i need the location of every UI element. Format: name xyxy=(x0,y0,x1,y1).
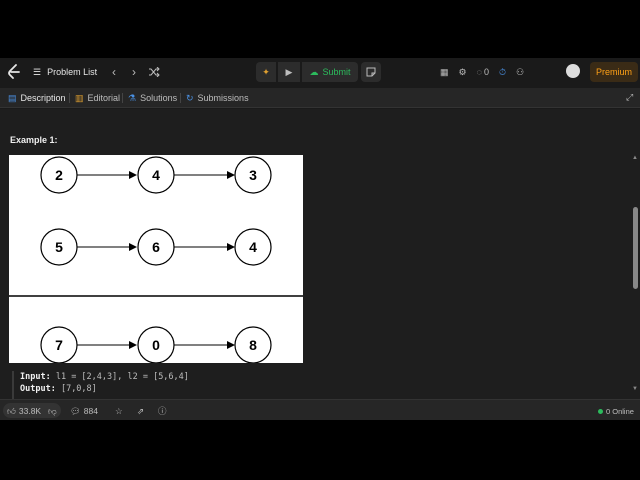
online-dot-icon xyxy=(598,408,603,414)
timer-icon[interactable]: ⏱ xyxy=(499,67,506,78)
avatar[interactable] xyxy=(566,64,580,78)
chevron-right-icon: › xyxy=(132,65,136,79)
shuffle-icon xyxy=(149,67,160,77)
scroll-down-arrow[interactable]: ▼ xyxy=(632,386,638,392)
example-title: Example 1: xyxy=(10,135,58,145)
tab-divider xyxy=(69,93,70,103)
scrollbar-thumb[interactable] xyxy=(633,207,638,289)
node-value: 2 xyxy=(55,167,63,183)
tab-description-label: Description xyxy=(20,93,66,103)
tab-description[interactable]: ▤ Description xyxy=(8,91,66,105)
scroll-up-arrow[interactable]: ▲ xyxy=(632,155,638,161)
thumbs-up-icon: 👍︎ xyxy=(7,405,16,416)
prev-problem-button[interactable]: ‹ xyxy=(107,64,121,80)
tab-solutions[interactable]: ⚗ Solutions xyxy=(128,91,177,105)
output-line: Output: [7,0,8] xyxy=(20,383,312,395)
list-icon: ☰ xyxy=(33,66,42,77)
output-value: [7,0,8] xyxy=(60,384,97,394)
dislike-button[interactable]: 👎︎ xyxy=(48,404,57,418)
top-nav-bar: ☰ Problem List ‹ › ✦ ▶ ☁ Submit ▦ ⚙ ◌ 0 … xyxy=(0,58,640,86)
problem-list-label: Problem List xyxy=(47,67,98,77)
tab-solutions-label: Solutions xyxy=(140,93,178,103)
online-indicator: 0 Online xyxy=(598,404,634,418)
tab-submissions[interactable]: ↻ Submissions xyxy=(186,91,249,105)
run-submit-group: ✦ ▶ ☁ Submit xyxy=(256,62,358,82)
layout-icon[interactable]: ▦ xyxy=(440,67,449,78)
submissions-icon: ↻ xyxy=(186,92,194,103)
diagram-svg: 2 4 3 5 6 4 7 0 8 xyxy=(9,156,303,363)
share-icon: ⇗ xyxy=(137,405,145,416)
description-icon: ▤ xyxy=(8,92,17,103)
online-count: 0 Online xyxy=(606,406,634,416)
tab-editorial-label: Editorial xyxy=(87,93,121,103)
like-count: 33.8K xyxy=(18,406,42,416)
add-user-icon[interactable]: ⚇ xyxy=(516,67,524,78)
input-label: Input: xyxy=(20,372,51,382)
input-value: l1 = [2,4,3], l2 = [5,6,4] xyxy=(55,372,189,382)
node-value: 5 xyxy=(55,239,63,255)
node-value: 0 xyxy=(152,337,160,353)
leetcode-app: ☰ Problem List ‹ › ✦ ▶ ☁ Submit ▦ ⚙ ◌ 0 … xyxy=(0,58,640,420)
streak-count: 0 xyxy=(483,67,489,77)
right-toolbar: ▦ ⚙ ◌ 0 ⏱ ⚇ xyxy=(440,64,524,80)
run-button[interactable]: ▶ xyxy=(278,62,300,82)
node-value: 3 xyxy=(249,167,257,183)
submit-button[interactable]: ☁ Submit xyxy=(302,62,358,82)
streak-counter[interactable]: ◌ 0 xyxy=(477,67,489,77)
node-value: 4 xyxy=(152,167,160,183)
bug-icon: ✦ xyxy=(262,66,270,77)
tab-editorial[interactable]: ▥ Editorial xyxy=(75,91,120,105)
tab-divider xyxy=(180,93,181,103)
favorite-button[interactable]: ☆ xyxy=(115,404,123,418)
chevron-left-icon: ‹ xyxy=(112,65,116,79)
cloud-upload-icon: ☁ xyxy=(309,66,319,77)
node-value: 6 xyxy=(152,239,160,255)
problem-list-button[interactable]: ☰ Problem List xyxy=(33,64,97,80)
node-value: 4 xyxy=(249,239,257,255)
problem-description-panel: Example 1: 2 4 3 5 6 4 7 0 8 Input: l1 =… xyxy=(0,109,640,399)
play-icon: ▶ xyxy=(285,66,293,77)
premium-button[interactable]: Premium xyxy=(590,62,638,82)
bottom-action-bar: 👍︎ 33.8K 👎︎ 💬︎ 884 ☆ ⇗ ⓘ 0 Online xyxy=(0,399,640,420)
next-problem-button[interactable]: › xyxy=(127,64,141,80)
node-value: 8 xyxy=(249,337,257,353)
thumbs-down-icon: 👎︎ xyxy=(48,405,57,416)
solutions-icon: ⚗ xyxy=(128,92,137,103)
comment-count: 884 xyxy=(83,406,98,416)
gear-icon[interactable]: ⚙ xyxy=(459,67,467,78)
help-icon: ⓘ xyxy=(158,406,167,416)
node-value: 7 xyxy=(55,337,63,353)
editorial-icon: ▥ xyxy=(75,92,84,103)
random-problem-button[interactable] xyxy=(146,64,162,80)
example-io-block: Input: l1 = [2,4,3], l2 = [5,6,4] Output… xyxy=(12,371,312,399)
star-icon: ☆ xyxy=(115,405,123,416)
submit-label: Submit xyxy=(322,67,351,77)
output-label: Output: xyxy=(20,384,56,394)
description-tab-bar: ▤ Description ▥ Editorial ⚗ Solutions ↻ … xyxy=(0,88,640,108)
fire-icon: ◌ xyxy=(476,67,482,77)
tab-submissions-label: Submissions xyxy=(197,93,249,103)
note-icon xyxy=(366,67,376,77)
linked-list-diagram: 2 4 3 5 6 4 7 0 8 xyxy=(9,155,303,363)
help-button[interactable]: ⓘ xyxy=(158,404,167,418)
expand-panel-icon[interactable]: ⤢ xyxy=(626,92,636,104)
comments-button[interactable]: 💬︎ 884 xyxy=(70,404,98,418)
debug-button[interactable]: ✦ xyxy=(256,62,276,82)
leetcode-logo-icon[interactable] xyxy=(6,64,22,80)
share-button[interactable]: ⇗ xyxy=(137,404,144,418)
tab-divider xyxy=(122,93,123,103)
input-line: Input: l1 = [2,4,3], l2 = [5,6,4] xyxy=(20,371,312,383)
like-button[interactable]: 👍︎ 33.8K xyxy=(7,404,41,418)
notes-button[interactable] xyxy=(361,62,381,82)
comment-icon: 💬︎ xyxy=(70,405,81,416)
